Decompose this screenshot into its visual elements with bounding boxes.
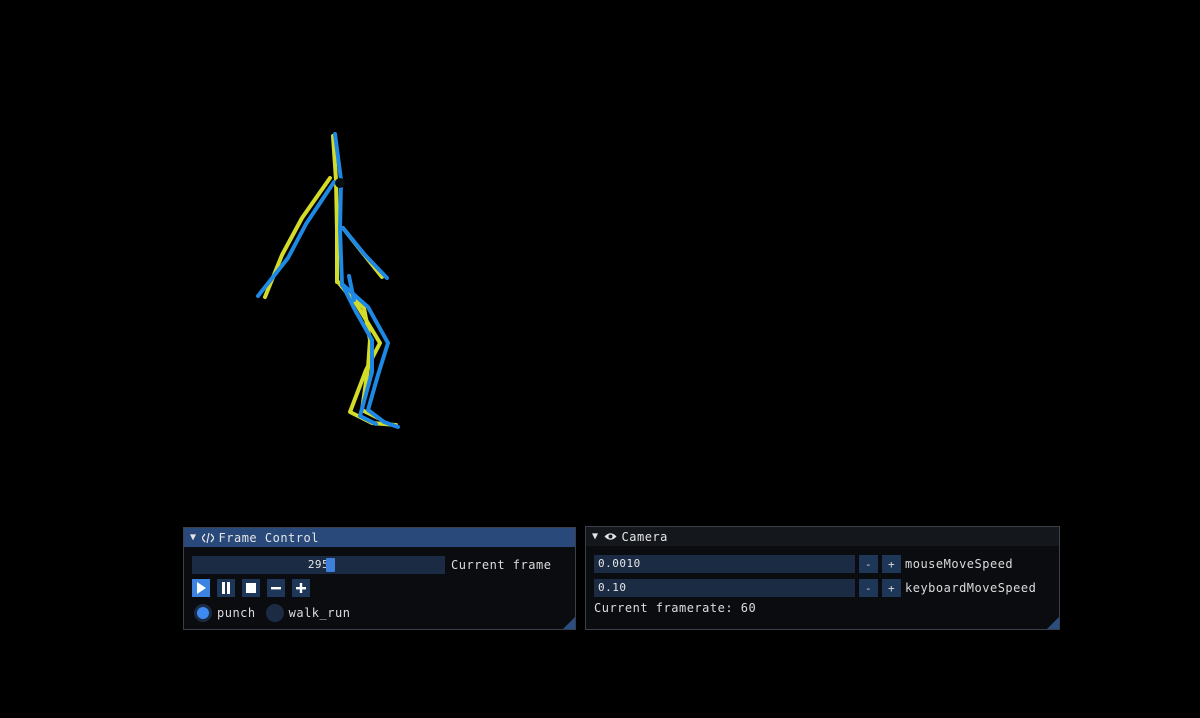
collapse-triangle-icon[interactable]: ▼ [592, 531, 599, 542]
plus-icon [296, 583, 306, 593]
minus-icon [271, 587, 281, 590]
camera-header[interactable]: ▼ Camera [586, 527, 1059, 546]
mouse-speed-decrement-button[interactable]: - [859, 555, 878, 573]
animation-label-walk-run: walk_run [288, 606, 351, 620]
current-frame-label: Current frame [451, 558, 552, 572]
frame-control-title: Frame Control [218, 530, 319, 545]
collapse-triangle-icon[interactable]: ▼ [190, 532, 197, 543]
eye-icon [604, 532, 617, 541]
current-frame-slider[interactable]: 295 [192, 556, 445, 574]
radio-selected-dot [197, 607, 209, 619]
decrement-frame-button[interactable] [267, 579, 285, 597]
frame-control-panel: ▼ Frame Control 295 Current frame punch … [183, 527, 576, 630]
resize-grip[interactable] [1047, 617, 1059, 629]
pause-button[interactable] [217, 579, 235, 597]
stop-icon [246, 583, 256, 593]
stop-button[interactable] [242, 579, 260, 597]
increment-frame-button[interactable] [292, 579, 310, 597]
pause-icon [222, 582, 230, 594]
play-button[interactable] [192, 579, 210, 597]
mouse-move-speed-label: mouseMoveSpeed [905, 557, 1014, 571]
animation-radio-walk-run[interactable] [265, 604, 284, 622]
frame-control-header[interactable]: ▼ Frame Control [184, 528, 575, 547]
camera-title: Camera [621, 529, 668, 544]
mouse-speed-increment-button[interactable]: + [882, 555, 901, 573]
mouse-move-speed-input[interactable]: 0.0010 [594, 555, 855, 573]
slider-grab[interactable] [326, 558, 336, 572]
keyboard-speed-decrement-button[interactable]: - [859, 579, 878, 597]
animation-label-punch: punch [217, 606, 256, 620]
current-frame-value: 295 [307, 558, 330, 571]
play-icon [197, 582, 206, 594]
keyboard-move-speed-label: keyboardMoveSpeed [905, 581, 1037, 595]
resize-grip[interactable] [563, 617, 575, 629]
code-icon [201, 532, 214, 543]
animation-radio-punch[interactable] [194, 604, 212, 622]
keyboard-move-speed-input[interactable]: 0.10 [594, 579, 855, 597]
framerate-text: Current framerate: 60 [594, 601, 757, 615]
camera-panel: ▼ Camera 0.0010 - + mouseMoveSpeed 0.10 … [585, 526, 1060, 630]
keyboard-speed-increment-button[interactable]: + [882, 579, 901, 597]
